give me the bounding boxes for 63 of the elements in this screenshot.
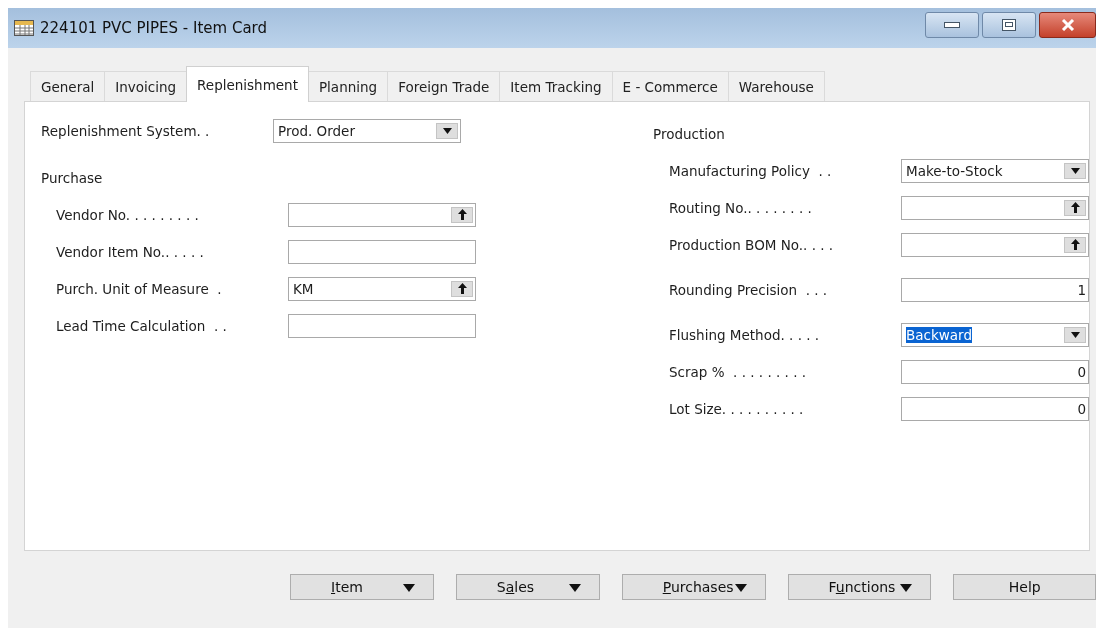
lookup-button[interactable] — [1064, 199, 1086, 216]
lookup-button[interactable] — [451, 206, 473, 223]
dropdown-button[interactable] — [1064, 162, 1086, 179]
section-heading: Production — [653, 125, 725, 142]
menu-button[interactable]: Functions — [787, 574, 932, 600]
lookup-button[interactable] — [451, 280, 473, 297]
field-value: 0 — [1077, 400, 1086, 417]
menu-button[interactable]: Sales — [455, 574, 600, 600]
tab[interactable]: General — [30, 71, 106, 102]
input-field[interactable] — [901, 195, 1089, 220]
field-label: Routing No.. . . . . . . . — [669, 199, 813, 216]
arrow-up-icon — [1070, 239, 1080, 250]
field-label: Scrap % . . . . . . . . . — [669, 363, 808, 380]
section-heading: Purchase — [41, 169, 103, 186]
arrow-up-icon — [457, 209, 467, 220]
input-field[interactable]: 0 — [901, 396, 1089, 421]
table-icon — [14, 20, 34, 36]
maximize-button[interactable] — [982, 12, 1036, 38]
input-field[interactable]: KM — [288, 276, 476, 301]
field-label: Lead Time Calculation . . — [56, 317, 228, 334]
menu-button[interactable]: Item — [290, 574, 434, 600]
menu-button[interactable]: Help — [953, 574, 1096, 600]
arrow-up-icon — [1070, 202, 1080, 213]
dropdown-field[interactable]: Prod. Order — [273, 118, 461, 143]
close-button[interactable] — [1039, 12, 1096, 38]
field-label: Vendor No. . . . . . . . . — [56, 206, 200, 223]
field-value: 0 — [1077, 363, 1086, 380]
close-icon — [1060, 19, 1075, 31]
field-value: KM — [293, 280, 314, 297]
field-label: Replenishment System. . — [41, 122, 211, 139]
field-value: Prod. Order — [278, 122, 355, 139]
menu-button[interactable]: Purchases — [621, 574, 766, 600]
minimize-button[interactable] — [925, 12, 979, 38]
field-label: Lot Size. . . . . . . . . . — [669, 400, 805, 417]
field-value: Backward — [906, 326, 972, 343]
lookup-button[interactable] — [1064, 236, 1086, 253]
input-field[interactable] — [901, 232, 1089, 257]
caret-icon — [1070, 167, 1080, 174]
field-value: Make-to-Stock — [906, 162, 1003, 179]
field-label: Production BOM No.. . . . — [669, 236, 835, 253]
field-value: 1 — [1077, 281, 1086, 298]
minimize-icon — [944, 22, 960, 28]
field-label: Purch. Unit of Measure . — [56, 280, 223, 297]
dropdown-button[interactable] — [1064, 326, 1086, 343]
dropdown-field[interactable]: Backward — [901, 322, 1089, 347]
dropdown-button[interactable] — [436, 122, 458, 139]
dropdown-field[interactable]: Make-to-Stock — [901, 158, 1089, 183]
caret-icon — [1070, 331, 1080, 338]
input-field[interactable] — [288, 313, 476, 338]
field-label: Manufacturing Policy . . — [669, 162, 833, 179]
input-field[interactable]: 1 — [901, 277, 1089, 302]
field-label: Flushing Method. . . . . — [669, 326, 821, 343]
field-label: Rounding Precision . . . — [669, 281, 829, 298]
input-field[interactable] — [288, 202, 476, 227]
input-field[interactable] — [288, 239, 476, 264]
caret-icon — [442, 127, 452, 134]
maximize-icon — [1002, 19, 1016, 31]
arrow-up-icon — [457, 283, 467, 294]
tab[interactable]: Replenishment — [186, 66, 309, 102]
window-title: 224101 PVC PIPES - Item Card — [40, 19, 268, 37]
field-label: Vendor Item No.. . . . . — [56, 243, 205, 260]
input-field[interactable]: 0 — [901, 359, 1089, 384]
tab[interactable]: Warehouse — [727, 71, 825, 102]
